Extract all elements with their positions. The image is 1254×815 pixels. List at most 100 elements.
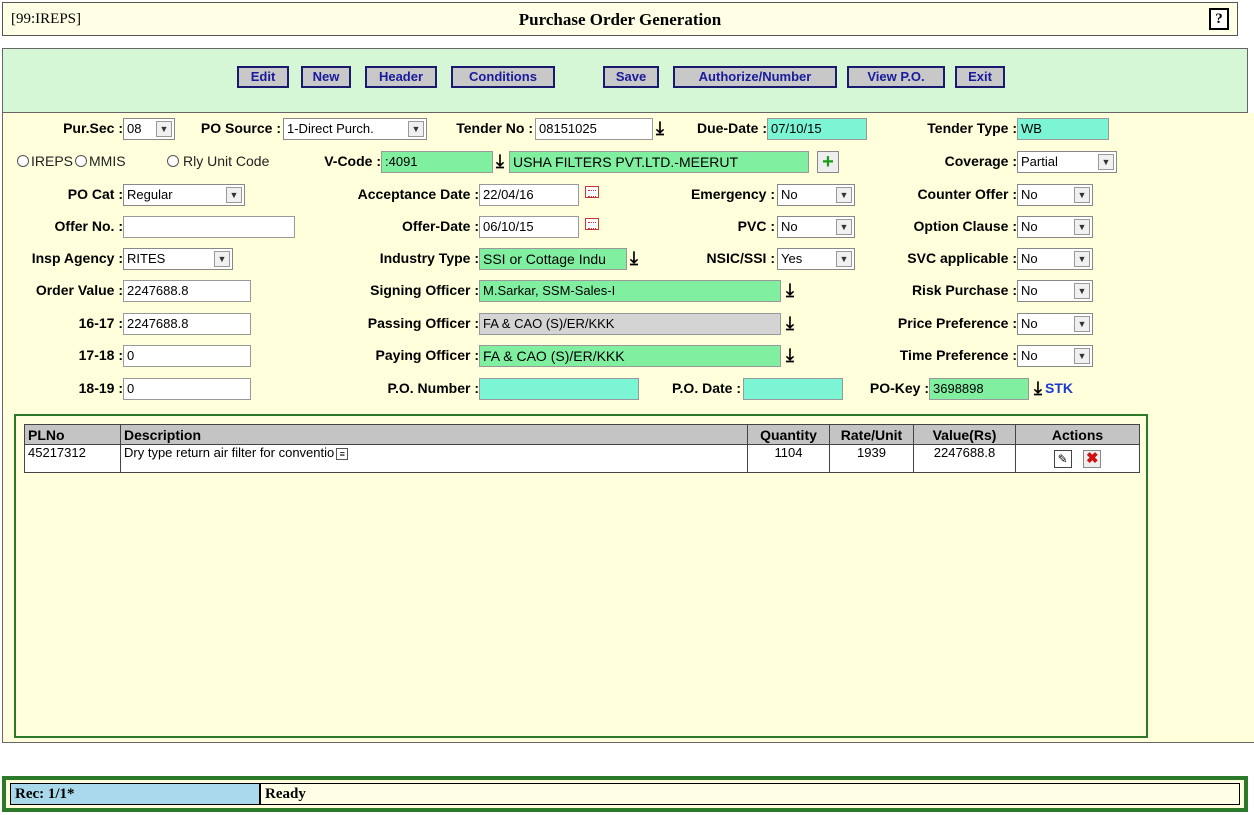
svc-applicable-select[interactable]: No ▼ [1017, 248, 1093, 270]
rly-unit-code-radio[interactable] [167, 155, 179, 167]
stk-link[interactable]: STK [1045, 380, 1073, 396]
cell-quantity: 1104 [747, 444, 830, 473]
risk-purchase-label: Risk Purchase : [911, 282, 1017, 298]
conditions-button[interactable]: Conditions [451, 66, 555, 88]
po-cat-select[interactable]: Regular ▼ [123, 184, 245, 206]
nsic-ssi-value: Yes [781, 251, 803, 266]
tender-no-label: Tender No : [456, 120, 533, 136]
po-key-field[interactable]: 3698898 [929, 378, 1029, 400]
acceptance-date-field[interactable]: 22/04/16 [479, 184, 579, 206]
signing-officer-label: Signing Officer : [370, 282, 479, 298]
cell-value: 2247688.8 [913, 444, 1016, 473]
price-preference-label: Price Preference : [897, 315, 1017, 331]
price-preference-select[interactable]: No ▼ [1017, 313, 1093, 335]
lookup-arrow-icon[interactable]: ⤓ [783, 313, 797, 333]
coverage-select[interactable]: Partial ▼ [1017, 151, 1117, 173]
calendar-icon[interactable] [585, 186, 599, 198]
edit-row-icon[interactable]: ✎ [1053, 450, 1072, 468]
vcode-label: V-Code : [324, 153, 381, 169]
lookup-arrow-icon[interactable]: ⤓ [1031, 378, 1045, 398]
mmis-radio-label: MMIS [89, 153, 126, 169]
chevron-down-icon: ▼ [1098, 154, 1114, 170]
mmis-radio[interactable] [75, 155, 87, 167]
status-bar: Rec: 1/1* Ready [2, 776, 1248, 812]
paying-officer-label: Paying Officer : [375, 347, 479, 363]
table-row[interactable]: 45217312 Dry type return air filter for … [24, 444, 1140, 473]
lookup-arrow-icon[interactable]: ⤓ [783, 280, 797, 300]
counter-offer-value: No [1021, 187, 1038, 202]
due-date-field[interactable]: 07/10/15 [767, 118, 867, 140]
pvc-select[interactable]: No ▼ [777, 216, 855, 238]
expand-description-icon[interactable]: ≡ [336, 448, 349, 460]
lookup-arrow-icon[interactable]: ⤓ [493, 151, 507, 171]
order-value-label: Order Value : [35, 282, 123, 298]
col-plno: PLNo [24, 424, 121, 445]
exit-button[interactable]: Exit [955, 66, 1005, 88]
new-button[interactable]: New [301, 66, 351, 88]
col-quantity: Quantity [747, 424, 830, 445]
order-value-field[interactable]: 2247688.8 [123, 280, 251, 302]
ireps-radio[interactable] [17, 155, 29, 167]
view-po-button[interactable]: View P.O. [847, 66, 945, 88]
toolbar: Edit New Header Conditions Save Authoriz… [2, 48, 1248, 113]
col-actions: Actions [1015, 424, 1140, 445]
po-number-field[interactable] [479, 378, 639, 400]
delete-row-icon[interactable]: ✖ [1083, 450, 1102, 468]
option-clause-value: No [1021, 219, 1038, 234]
po-source-select[interactable]: 1-Direct Purch. ▼ [283, 118, 427, 140]
offer-no-field[interactable] [123, 216, 295, 238]
save-button[interactable]: Save [603, 66, 659, 88]
tender-type-field[interactable]: WB [1017, 118, 1109, 140]
header-button[interactable]: Header [365, 66, 437, 88]
calendar-icon[interactable] [585, 218, 599, 230]
risk-purchase-select[interactable]: No ▼ [1017, 280, 1093, 302]
time-preference-value: No [1021, 348, 1038, 363]
due-date-label: Due-Date : [696, 120, 767, 136]
lookup-arrow-icon[interactable]: ⤓ [783, 345, 797, 365]
svc-applicable-value: No [1021, 251, 1038, 266]
chevron-down-icon: ▼ [226, 187, 242, 203]
lookup-arrow-icon[interactable]: ⤓ [653, 118, 667, 138]
table-header-row: PLNo Description Quantity Rate/Unit Valu… [24, 424, 1140, 445]
time-preference-select[interactable]: No ▼ [1017, 345, 1093, 367]
y1617-field[interactable]: 2247688.8 [123, 313, 251, 335]
chevron-down-icon: ▼ [836, 251, 852, 267]
authorize-number-button[interactable]: Authorize/Number [673, 66, 837, 88]
y1819-field[interactable]: 0 [123, 378, 251, 400]
insp-agency-select[interactable]: RITES ▼ [123, 248, 233, 270]
help-icon[interactable]: ? [1209, 8, 1229, 30]
add-vendor-icon[interactable]: + [817, 151, 839, 173]
chevron-down-icon: ▼ [1074, 251, 1090, 267]
y1819-label: 18-19 : [78, 380, 123, 396]
page-title: Purchase Order Generation [518, 10, 722, 29]
offer-no-label: Offer No. : [54, 218, 123, 234]
option-clause-select[interactable]: No ▼ [1017, 216, 1093, 238]
chevron-down-icon: ▼ [1074, 187, 1090, 203]
vendor-name-field: USHA FILTERS PVT.LTD.-MEERUT [509, 151, 809, 173]
y1718-field[interactable]: 0 [123, 345, 251, 367]
edit-button[interactable]: Edit [237, 66, 289, 88]
emergency-select[interactable]: No ▼ [777, 184, 855, 206]
price-preference-value: No [1021, 316, 1038, 331]
description-text: Dry type return air filter for conventio [124, 445, 335, 460]
industry-type-label: Industry Type : [379, 250, 479, 266]
vcode-field[interactable]: :4091 [381, 151, 493, 173]
po-date-field[interactable] [743, 378, 843, 400]
paying-officer-field[interactable]: FA & CAO (S)/ER/KKK [479, 345, 781, 367]
passing-officer-field[interactable]: FA & CAO (S)/ER/KKK [479, 313, 781, 335]
tender-no-field[interactable]: 08151025 [535, 118, 653, 140]
po-cat-value: Regular [127, 187, 173, 202]
po-source-value: 1-Direct Purch. [287, 121, 374, 136]
col-value: Value(Rs) [913, 424, 1016, 445]
nsic-ssi-select[interactable]: Yes ▼ [777, 248, 855, 270]
lookup-arrow-icon[interactable]: ⤓ [627, 248, 641, 268]
chevron-down-icon: ▼ [408, 121, 424, 137]
industry-type-field[interactable]: SSI or Cottage Indu [479, 248, 627, 270]
pur-sec-value: 08 [127, 121, 142, 136]
signing-officer-field[interactable]: M.Sarkar, SSM-Sales-I [479, 280, 781, 302]
chevron-down-icon: ▼ [156, 121, 172, 137]
counter-offer-select[interactable]: No ▼ [1017, 184, 1093, 206]
offer-date-field[interactable]: 06/10/15 [479, 216, 579, 238]
chevron-down-icon: ▼ [1074, 219, 1090, 235]
pur-sec-select[interactable]: 08 ▼ [123, 118, 175, 140]
